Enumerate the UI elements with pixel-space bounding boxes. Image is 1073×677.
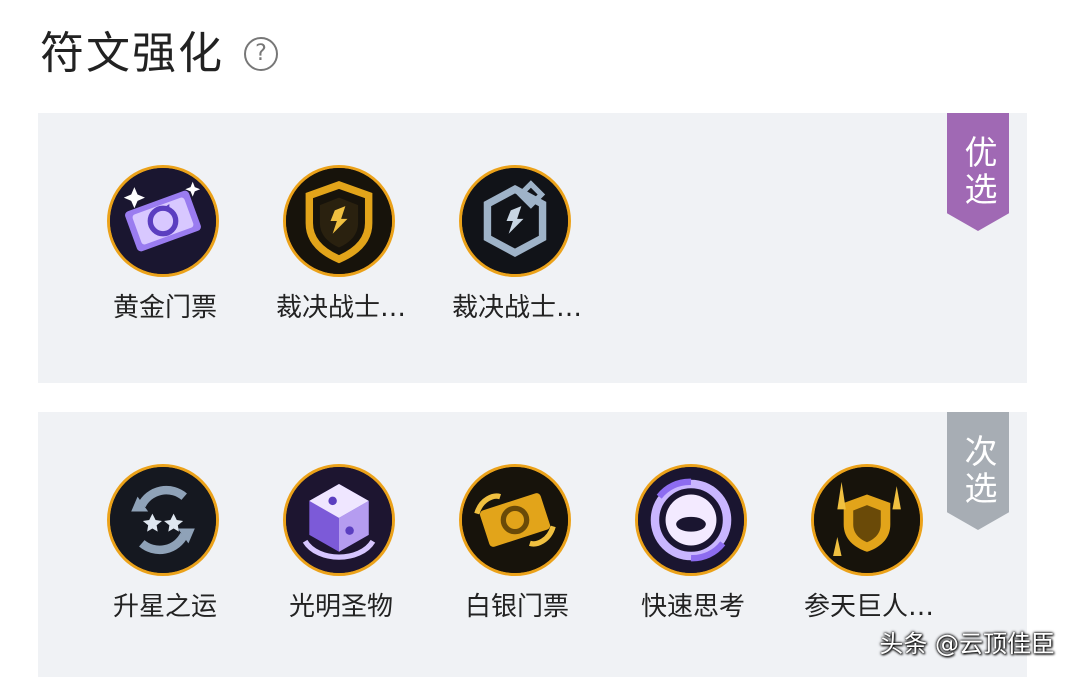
header: 符文强化 ? <box>40 24 278 84</box>
star-luck-icon <box>107 464 219 576</box>
page-title: 符文强化 <box>40 28 224 79</box>
preferred-section: 优选 黄金门票 裁决战士… 裁决战士… <box>38 113 1027 383</box>
secondary-ribbon: 次选 <box>947 412 1009 530</box>
silver-ticket-icon <box>459 464 571 576</box>
augment-label: 裁决战士… <box>275 293 406 323</box>
augment-label: 黄金门票 <box>112 293 217 323</box>
augment-label: 裁决战士… <box>451 293 582 323</box>
quick-think-icon <box>635 464 747 576</box>
ribbon-label: 次选 <box>959 434 998 508</box>
golden-ticket-icon <box>107 165 219 277</box>
gold-shield-icon <box>283 165 395 277</box>
silver-shield-icon <box>459 165 571 277</box>
augment-label: 升星之运 <box>112 592 217 622</box>
ribbon-label: 优选 <box>959 135 998 209</box>
help-icon[interactable]: ? <box>244 37 278 71</box>
augment-label: 白银门票 <box>464 592 569 622</box>
preferred-ribbon: 优选 <box>947 113 1009 231</box>
watermark: 头条 @云顶佳臣 <box>879 630 1055 658</box>
augment-label: 参天巨人… <box>803 592 934 622</box>
augment-label: 快速思考 <box>640 592 745 622</box>
titan-icon <box>811 464 923 576</box>
augment-label: 光明圣物 <box>288 592 393 622</box>
holy-relic-icon <box>283 464 395 576</box>
